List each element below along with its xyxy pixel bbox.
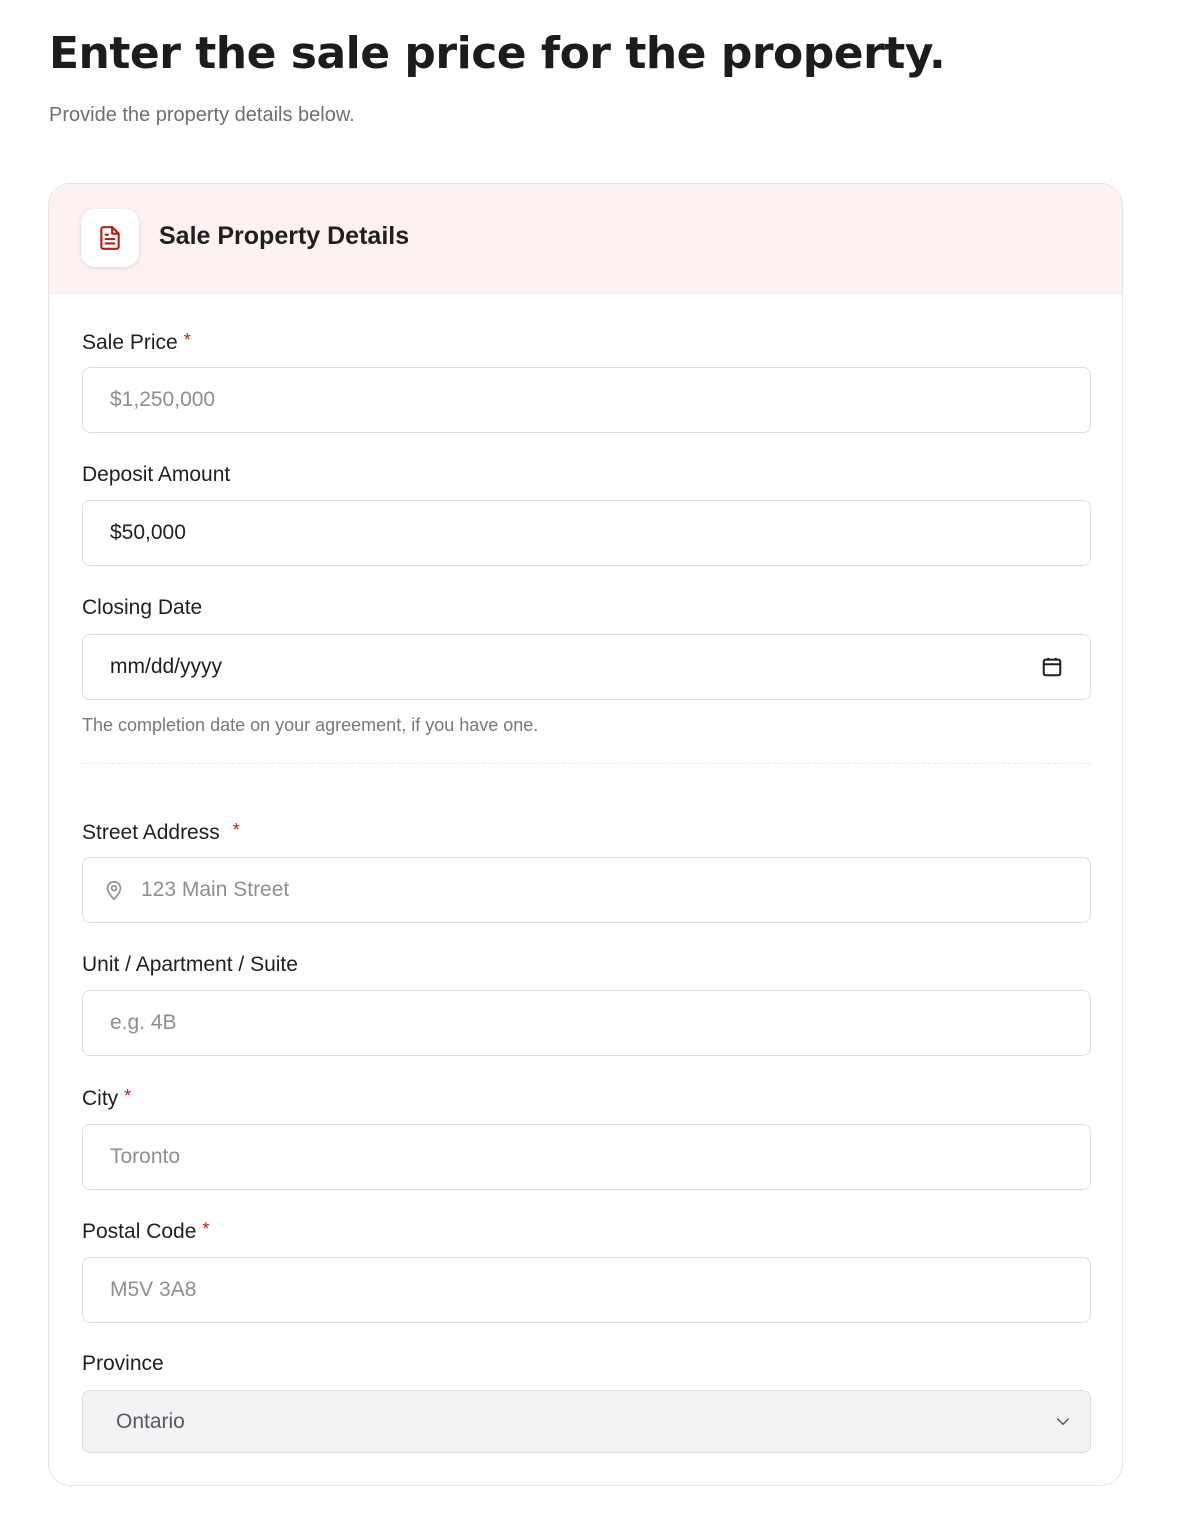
required-mark: *	[124, 1086, 132, 1106]
street-address-label: Street Address *	[82, 820, 240, 845]
sale-property-card: Sale Property Details Sale Price * $1,250…	[48, 183, 1123, 1486]
deposit-amount-value: $50,000	[110, 521, 186, 544]
province-label-text: Province	[82, 1352, 164, 1375]
calendar-icon[interactable]	[1041, 656, 1063, 684]
postal-code-placeholder: M5V 3A8	[110, 1278, 197, 1301]
required-mark: *	[183, 330, 191, 350]
postal-code-label: Postal Code *	[82, 1219, 209, 1244]
city-placeholder: Toronto	[110, 1145, 181, 1168]
sale-price-placeholder: $1,250,000	[110, 388, 216, 411]
required-mark: *	[232, 820, 240, 840]
postal-code-input[interactable]: M5V 3A8	[82, 1257, 1091, 1323]
page-title: Enter the sale price for the property.	[49, 28, 946, 79]
unit-placeholder: e.g. 4B	[110, 1011, 177, 1034]
card-title: Sale Property Details	[159, 222, 410, 250]
sale-price-input[interactable]: $1,250,000	[82, 367, 1091, 433]
required-mark: *	[202, 1219, 210, 1239]
unit-label: Unit / Apartment / Suite	[82, 953, 298, 977]
deposit-amount-label: Deposit Amount	[82, 463, 230, 487]
postal-code-label-text: Postal Code	[82, 1220, 197, 1243]
closing-date-helper: The completion date on your agreement, i…	[82, 715, 539, 735]
deposit-amount-input[interactable]: $50,000	[82, 500, 1091, 566]
street-address-input[interactable]: 123 Main Street	[82, 857, 1091, 923]
city-input[interactable]: Toronto	[82, 1124, 1091, 1190]
deposit-amount-label-text: Deposit Amount	[82, 463, 231, 486]
province-select[interactable]: Ontario	[82, 1390, 1091, 1453]
sale-price-label: Sale Price *	[82, 330, 191, 355]
province-label: Province	[82, 1352, 164, 1376]
closing-date-label: Closing Date	[82, 596, 202, 620]
street-address-placeholder: 123 Main Street	[141, 878, 290, 901]
document-icon	[81, 209, 139, 267]
section-divider	[82, 763, 1091, 764]
chevron-down-icon	[1052, 1413, 1074, 1437]
sale-price-label-text: Sale Price	[82, 331, 178, 354]
unit-label-text: Unit / Apartment / Suite	[82, 953, 298, 976]
closing-date-label-text: Closing Date	[82, 596, 203, 619]
card-header: Sale Property Details	[49, 184, 1122, 294]
unit-input[interactable]: e.g. 4B	[82, 990, 1091, 1056]
city-label: City *	[82, 1086, 131, 1111]
city-label-text: City	[82, 1087, 119, 1110]
street-address-label-text: Street Address	[82, 821, 220, 844]
province-selected-value: Ontario	[116, 1409, 185, 1433]
closing-date-input[interactable]: mm/dd/yyyy	[82, 634, 1091, 700]
closing-date-placeholder: mm/dd/yyyy	[110, 655, 223, 678]
page-subtitle: Provide the property details below.	[49, 104, 355, 126]
map-pin-icon	[103, 878, 125, 908]
